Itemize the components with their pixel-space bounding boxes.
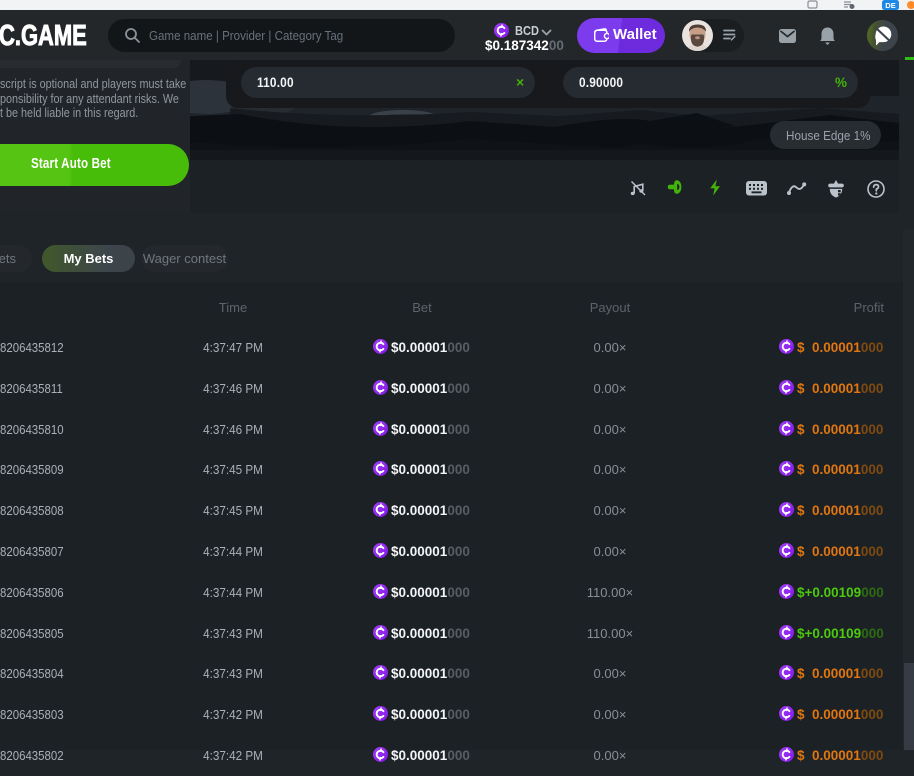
svg-text:DE: DE [885, 1, 895, 10]
